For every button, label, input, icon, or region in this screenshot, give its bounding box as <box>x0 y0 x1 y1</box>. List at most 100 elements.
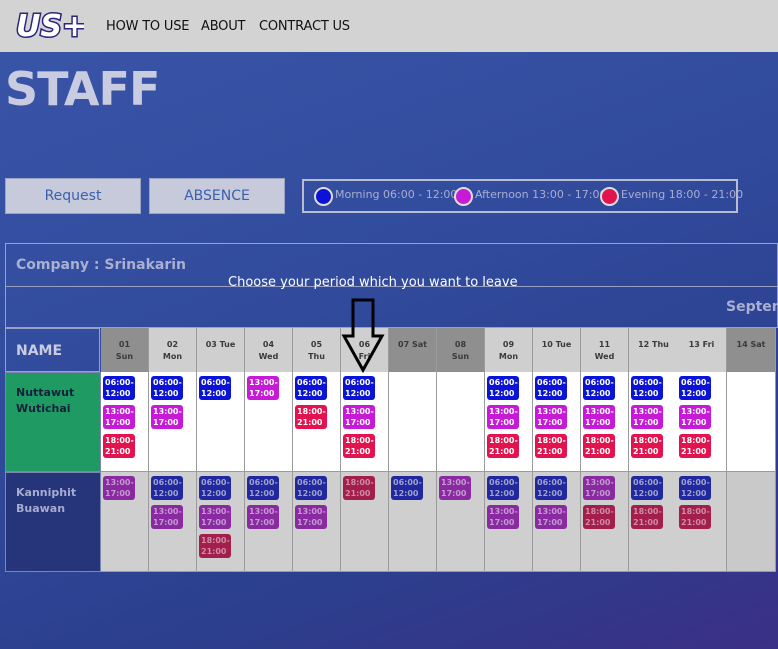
evening-shift-chip[interactable]: 18:00- 21:00 <box>631 434 663 458</box>
afternoon-shift-chip[interactable]: 13:00- 17:00 <box>583 476 615 500</box>
evening-shift-chip[interactable]: 18:00- 21:00 <box>343 476 375 500</box>
schedule-cell[interactable]: 06:00- 12:00 13:00- 17:00 18:00- 21:00 <box>101 372 149 472</box>
schedule-cell[interactable]: 06:00- 12:00 13:00- 17:00 <box>533 472 581 572</box>
staff-last-name: Buawan <box>16 502 66 515</box>
morning-shift-chip[interactable]: 06:00- 12:00 <box>535 476 567 500</box>
evening-shift-chip[interactable]: 18:00- 21:00 <box>583 434 615 458</box>
evening-shift-chip[interactable]: 18:00- 21:00 <box>583 505 615 529</box>
schedule-cell[interactable]: 06:00- 12:00 18:00- 21:00 <box>629 472 679 572</box>
evening-shift-chip[interactable]: 18:00- 21:00 <box>679 505 711 529</box>
evening-shift-chip[interactable]: 18:00- 21:00 <box>679 434 711 458</box>
afternoon-shift-chip[interactable]: 13:00- 17:00 <box>439 476 471 500</box>
schedule-cell[interactable]: 06:00- 12:00 18:00- 21:00 <box>677 472 727 572</box>
shift-end: 17:00 <box>345 418 371 427</box>
afternoon-shift-chip[interactable]: 13:00- 17:00 <box>487 505 519 529</box>
morning-shift-chip[interactable]: 06:00- 12:00 <box>679 476 711 500</box>
shift-end: 21:00 <box>297 418 323 427</box>
afternoon-shift-chip[interactable]: 13:00- 17:00 <box>583 405 615 429</box>
nav-about[interactable]: ABOUT <box>201 19 245 34</box>
afternoon-shift-chip[interactable]: 13:00- 17:00 <box>103 405 135 429</box>
morning-shift-chip[interactable]: 06:00- 12:00 <box>487 476 519 500</box>
morning-shift-chip[interactable]: 06:00- 12:00 <box>679 376 711 400</box>
request-button[interactable]: Request <box>5 178 141 214</box>
evening-shift-chip[interactable]: 18:00- 21:00 <box>631 505 663 529</box>
evening-shift-chip[interactable]: 18:00- 21:00 <box>343 434 375 458</box>
shift-start: 06:00- <box>537 478 566 487</box>
nav-how-to-use[interactable]: HOW TO USE <box>106 19 189 34</box>
afternoon-shift-chip[interactable]: 13:00- 17:00 <box>535 405 567 429</box>
afternoon-shift-chip[interactable]: 13:00- 17:00 <box>535 505 567 529</box>
morning-shift-chip[interactable]: 06:00- 12:00 <box>487 376 519 400</box>
schedule-cell[interactable]: 06:00- 12:00 13:00- 17:00 18:00- 21:00 <box>341 372 389 472</box>
afternoon-shift-chip[interactable]: 13:00- 17:00 <box>631 405 663 429</box>
day-header: 03 Tue <box>197 328 245 372</box>
schedule-cell[interactable]: 06:00- 12:00 13:00- 17:00 18:00- 21:00 <box>197 472 245 572</box>
schedule-cell[interactable]: 06:00- 12:00 13:00- 17:00 <box>149 372 197 472</box>
afternoon-shift-chip[interactable]: 13:00- 17:00 <box>679 405 711 429</box>
schedule-cell[interactable]: 06:00- 12:00 13:00- 17:00 18:00- 21:00 <box>485 372 533 472</box>
schedule-cell[interactable]: 18:00- 21:00 <box>341 472 389 572</box>
schedule-cell[interactable]: 06:00- 12:00 13:00- 17:00 18:00- 21:00 <box>677 372 727 472</box>
schedule-cell[interactable] <box>727 372 776 472</box>
evening-shift-chip[interactable]: 18:00- 21:00 <box>103 434 135 458</box>
afternoon-shift-chip[interactable]: 13:00- 17:00 <box>343 405 375 429</box>
shift-start: 13:00- <box>633 407 662 416</box>
afternoon-shift-chip[interactable]: 13:00- 17:00 <box>199 505 231 529</box>
morning-shift-chip[interactable]: 06:00- 12:00 <box>391 476 423 500</box>
schedule-cell[interactable]: 13:00- 17:00 18:00- 21:00 <box>581 472 629 572</box>
evening-shift-chip[interactable]: 18:00- 21:00 <box>487 434 519 458</box>
afternoon-shift-chip[interactable]: 13:00- 17:00 <box>247 505 279 529</box>
schedule-cell[interactable] <box>727 472 776 572</box>
morning-shift-chip[interactable]: 06:00- 12:00 <box>151 476 183 500</box>
schedule-cell[interactable]: 06:00- 12:00 13:00- 17:00 <box>245 472 293 572</box>
nav-contract-us[interactable]: CONTRACT US <box>259 19 350 34</box>
schedule-cell[interactable]: 13:00- 17:00 <box>101 472 149 572</box>
afternoon-shift-chip[interactable]: 13:00- 17:00 <box>487 405 519 429</box>
morning-shift-chip[interactable]: 06:00- 12:00 <box>199 476 231 500</box>
morning-shift-chip[interactable]: 06:00- 12:00 <box>151 376 183 400</box>
afternoon-shift-chip[interactable]: 13:00- 17:00 <box>103 476 135 500</box>
morning-shift-chip[interactable]: 06:00- 12:00 <box>583 376 615 400</box>
schedule-cell[interactable]: 13:00- 17:00 <box>437 472 485 572</box>
afternoon-shift-chip[interactable]: 13:00- 17:00 <box>295 505 327 529</box>
shift-end: 17:00 <box>153 418 179 427</box>
shift-end: 21:00 <box>681 447 707 456</box>
afternoon-shift-chip[interactable]: 13:00- 17:00 <box>247 376 279 400</box>
absence-button[interactable]: ABSENCE <box>149 178 285 214</box>
schedule-cell[interactable]: 06:00- 12:00 13:00- 17:00 18:00- 21:00 <box>581 372 629 472</box>
shift-start: 06:00- <box>681 378 710 387</box>
schedule-cell[interactable] <box>437 372 485 472</box>
schedule-cell[interactable]: 06:00- 12:00 13:00- 17:00 18:00- 21:00 <box>533 372 581 472</box>
schedule-cell[interactable]: 06:00- 12:00 <box>197 372 245 472</box>
schedule-cell[interactable]: 06:00- 12:00 13:00- 17:00 <box>485 472 533 572</box>
evening-shift-chip[interactable]: 18:00- 21:00 <box>295 405 327 429</box>
schedule-cell[interactable]: 06:00- 12:00 <box>389 472 437 572</box>
afternoon-shift-chip[interactable]: 13:00- 17:00 <box>151 405 183 429</box>
morning-shift-chip[interactable]: 06:00- 12:00 <box>535 376 567 400</box>
morning-shift-chip[interactable]: 06:00- 12:00 <box>631 476 663 500</box>
staff-first-name: Nuttawut <box>16 386 75 399</box>
schedule-cell[interactable]: 13:00- 17:00 <box>245 372 293 472</box>
morning-shift-chip[interactable]: 06:00- 12:00 <box>103 376 135 400</box>
morning-shift-chip[interactable]: 06:00- 12:00 <box>343 376 375 400</box>
shift-legend: Morning 06:00 - 12:00 Afternoon 13:00 - … <box>302 179 743 213</box>
day-label: 10 Tue <box>541 340 572 349</box>
shift-end: 12:00 <box>585 389 611 398</box>
day-header: 01 Sun <box>101 328 149 372</box>
evening-shift-chip[interactable]: 18:00- 21:00 <box>535 434 567 458</box>
schedule-cell[interactable]: 06:00- 12:00 13:00- 17:00 <box>293 472 341 572</box>
morning-shift-chip[interactable]: 06:00- 12:00 <box>295 376 327 400</box>
schedule-cell[interactable] <box>389 372 437 472</box>
morning-shift-chip[interactable]: 06:00- 12:00 <box>247 476 279 500</box>
schedule-cell[interactable]: 06:00- 12:00 13:00- 17:00 18:00- 21:00 <box>629 372 679 472</box>
morning-shift-chip[interactable]: 06:00- 12:00 <box>295 476 327 500</box>
morning-shift-chip[interactable]: 06:00- 12:00 <box>631 376 663 400</box>
morning-shift-chip[interactable]: 06:00- 12:00 <box>199 376 231 400</box>
schedule-cell[interactable]: 06:00- 12:00 13:00- 17:00 <box>149 472 197 572</box>
schedule-cell[interactable]: 06:00- 12:00 18:00- 21:00 <box>293 372 341 472</box>
top-navigation-bar: US+ HOW TO USE ABOUT CONTRACT US <box>0 0 778 52</box>
logo-text: US+ <box>16 9 84 44</box>
afternoon-shift-chip[interactable]: 13:00- 17:00 <box>151 505 183 529</box>
app-logo[interactable]: US+ <box>14 4 89 46</box>
evening-shift-chip[interactable]: 18:00- 21:00 <box>199 534 231 558</box>
